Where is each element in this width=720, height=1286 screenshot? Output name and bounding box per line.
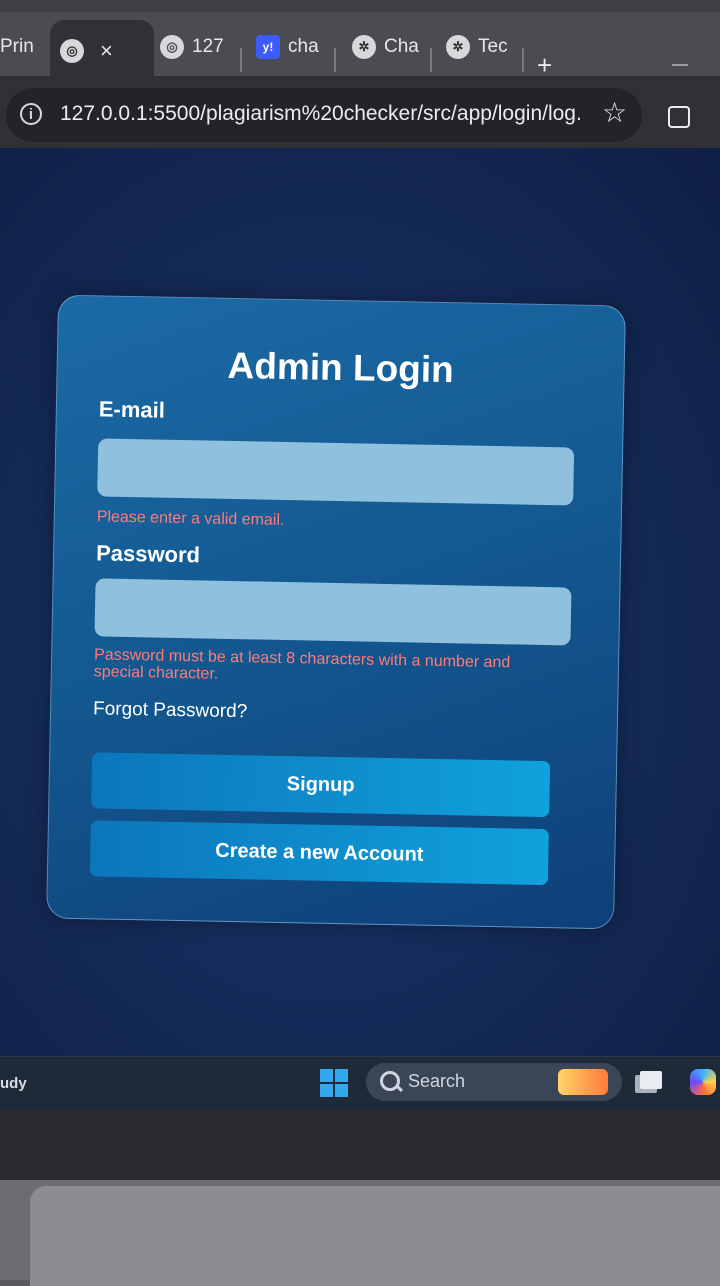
url-text[interactable]: 127.0.0.1:5500/plagiarism%20checker/src/… (60, 102, 580, 126)
address-bar[interactable]: i 127.0.0.1:5500/plagiarism%20checker/sr… (6, 88, 642, 142)
laptop-hinge (30, 1186, 720, 1286)
password-label: Password (95, 540, 201, 568)
forgot-password-link[interactable]: Forgot Password? (93, 698, 248, 723)
tab-yahoo[interactable]: y! cha (256, 30, 319, 64)
taskbar-search-box[interactable]: Search (366, 1063, 622, 1101)
tab-prin[interactable]: Prin (0, 30, 34, 64)
info-icon[interactable]: i (20, 103, 42, 125)
bookmark-star-icon[interactable]: ☆ (602, 96, 627, 129)
minimize-icon[interactable] (672, 64, 688, 66)
yahoo-icon: y! (256, 35, 280, 59)
tab-separator (430, 48, 432, 72)
tab-close-icon[interactable]: × (100, 38, 113, 64)
tab-label: Cha (384, 36, 419, 57)
page-title: Admin Login (227, 344, 455, 391)
tab-separator (240, 48, 242, 72)
taskbar-widget-text[interactable]: udy (0, 1075, 27, 1092)
create-account-button[interactable]: Create a new Account (89, 820, 549, 886)
tab-chatgpt-2[interactable]: ✲ Tec (446, 30, 508, 64)
search-highlight-image (558, 1069, 608, 1095)
email-field[interactable] (97, 438, 575, 506)
page-viewport: Admin Login E-mail Please enter a valid … (0, 148, 720, 1056)
tab-label: 127 (192, 36, 224, 57)
email-error-message: Please enter a valid email. (96, 508, 285, 529)
copilot-icon[interactable] (690, 1069, 716, 1095)
tab-separator (334, 48, 336, 72)
password-field[interactable] (94, 578, 572, 646)
email-label: E-mail (98, 396, 166, 423)
tab-separator (522, 48, 524, 72)
screen-bezel-bottom (0, 1110, 720, 1180)
tab-label: Tec (478, 36, 508, 57)
new-tab-button[interactable]: + (537, 52, 552, 78)
tab-label: cha (288, 36, 319, 57)
chatgpt-icon: ✲ (352, 35, 376, 59)
browser-toolbar: i 127.0.0.1:5500/plagiarism%20checker/sr… (0, 76, 720, 156)
globe-icon: ◎ (160, 35, 184, 59)
signup-button[interactable]: Signup (91, 752, 551, 818)
search-label: Search (408, 1071, 466, 1091)
extensions-icon[interactable] (668, 106, 690, 128)
windows-taskbar: udy Search (0, 1056, 720, 1111)
browser-tab-bar: Prin ◎ × ◎ 127 y! cha ✲ Cha ✲ Tec + (0, 12, 720, 82)
search-icon (380, 1071, 400, 1091)
password-error-message: Password must be at least 8 characters w… (93, 646, 511, 683)
chatgpt-icon: ✲ (446, 35, 470, 59)
tab-active[interactable]: ◎ × (50, 20, 154, 82)
globe-icon: ◎ (60, 39, 84, 63)
windows-start-icon[interactable] (320, 1069, 348, 1097)
task-view-icon[interactable] (640, 1071, 662, 1089)
tab-chatgpt-1[interactable]: ✲ Cha (352, 30, 419, 64)
tab-label: Prin (0, 36, 34, 57)
screen-bezel-top (0, 0, 720, 12)
login-card: Admin Login E-mail Please enter a valid … (46, 294, 626, 930)
tab-127[interactable]: ◎ 127 (160, 30, 224, 64)
